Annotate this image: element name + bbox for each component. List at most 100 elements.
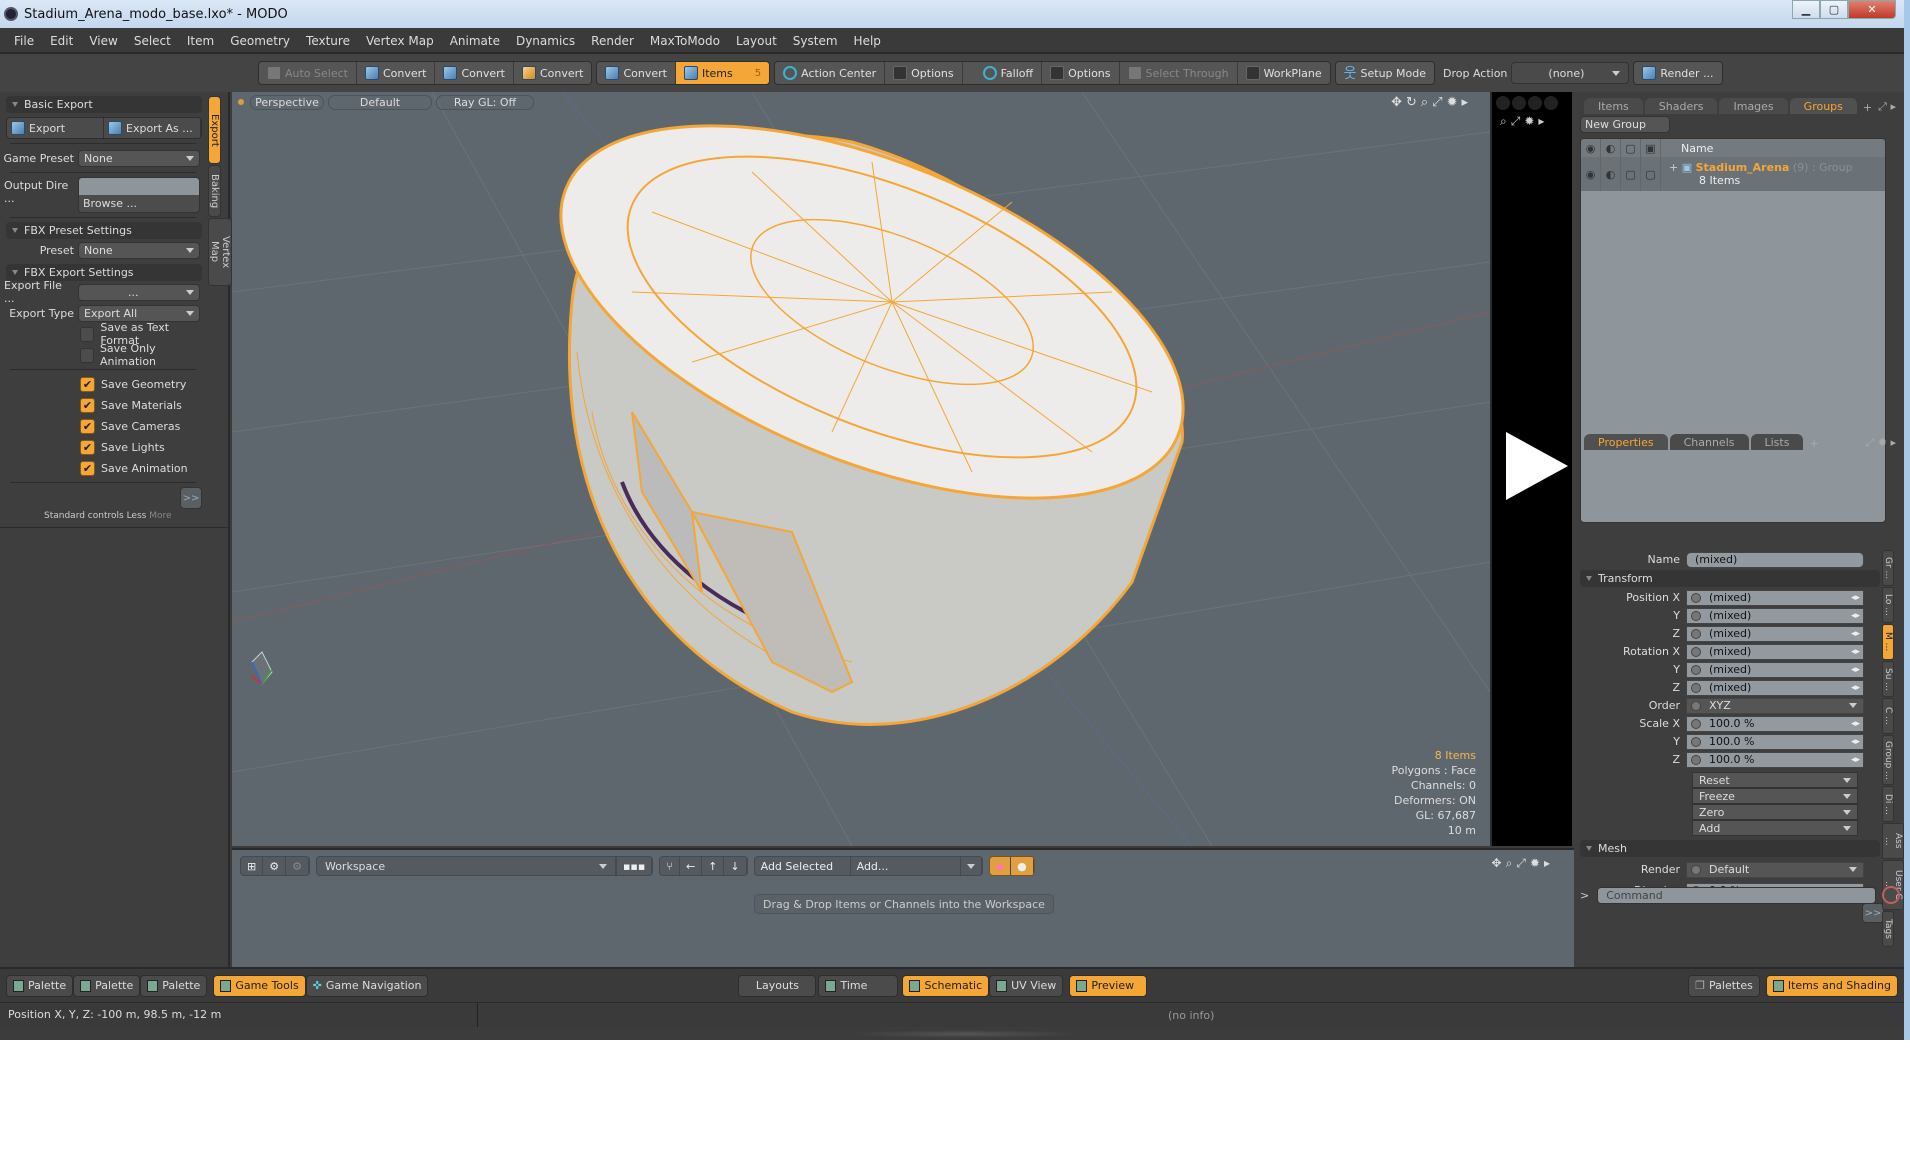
tab-baking[interactable]: Baking <box>208 165 221 217</box>
tab-properties[interactable]: Properties <box>1584 434 1668 450</box>
gear-icon[interactable]: ✹ <box>1530 856 1544 870</box>
keyframe-dot-icon[interactable] <box>1691 700 1701 711</box>
close-button[interactable]: ✕ <box>1848 0 1896 19</box>
pan-icon[interactable]: ✥ <box>1391 95 1406 110</box>
drag-arrows-icon[interactable]: ◂▸ <box>1851 647 1860 657</box>
fit-icon[interactable]: ⤢ <box>1432 95 1446 110</box>
keyframe-dot-icon[interactable] <box>1691 628 1701 639</box>
select-through-button[interactable]: Select Through <box>1120 62 1238 84</box>
menu-help[interactable]: Help <box>846 34 889 48</box>
grid-layout-icon[interactable]: ▪▪▪ <box>617 857 653 875</box>
render-select[interactable]: Default <box>1686 861 1864 878</box>
keyframe-dot-icon[interactable] <box>1691 592 1701 603</box>
add-gear-icon[interactable]: ⚙ <box>263 857 287 875</box>
lock-toggle[interactable]: ▢ <box>1621 157 1641 191</box>
order-select[interactable]: XYZ <box>1686 697 1864 714</box>
vtab-group-2[interactable]: Group ... <box>1882 735 1894 785</box>
new-group-button[interactable]: New Group <box>1580 116 1670 133</box>
arrow-up-icon[interactable]: ↑ <box>702 857 725 875</box>
menu-view[interactable]: View <box>81 34 125 48</box>
add-selected-button[interactable]: Add Selected <box>755 857 851 875</box>
workplane-button[interactable]: WorkPlane <box>1238 62 1330 84</box>
vtab-display[interactable]: Di ... <box>1882 786 1894 822</box>
circle-icon[interactable]: ● <box>1011 857 1034 875</box>
raygl-button[interactable]: Ray GL: Off <box>436 94 534 110</box>
add-dropdown[interactable]: Add <box>1692 820 1858 836</box>
drag-arrows-icon[interactable]: ◂▸ <box>1851 593 1860 603</box>
tab-vertex-map[interactable]: Vertex Map <box>208 218 232 286</box>
game-preset-select[interactable]: None <box>78 149 200 167</box>
drop-action-select[interactable]: (none) <box>1511 62 1630 84</box>
export-as-button[interactable]: Export As ... <box>104 118 201 138</box>
palette-button-3[interactable]: Palette <box>140 974 208 997</box>
scale-y-field[interactable]: 100.0 % ◂▸ <box>1686 733 1864 750</box>
menu-file[interactable]: File <box>6 34 42 48</box>
rotation-z-field[interactable]: (mixed) ◂▸ <box>1686 679 1864 696</box>
setup-mode-button[interactable]: 웃 Setup Mode <box>1336 62 1434 84</box>
vtab-c[interactable]: C ... <box>1882 698 1894 734</box>
drag-arrows-icon[interactable]: ◂▸ <box>1851 683 1860 693</box>
tab-shaders[interactable]: Shaders <box>1644 98 1718 114</box>
save-geometry-checkbox[interactable]: ✔ <box>80 376 95 392</box>
freeze-dropdown[interactable]: Freeze <box>1692 788 1858 804</box>
tab-groups[interactable]: Groups <box>1789 98 1857 114</box>
menu-geometry[interactable]: Geometry <box>222 34 298 48</box>
lock-cube-icon[interactable]: ▢ <box>1621 139 1641 157</box>
rotate-icon[interactable]: ↻ <box>1406 95 1421 110</box>
palettes-button[interactable]: ❐ Palettes <box>1688 974 1760 997</box>
expand-icon[interactable]: ⤢ ▸ <box>1878 100 1896 114</box>
save-cameras-checkbox[interactable]: ✔ <box>80 418 95 434</box>
palette-button-2[interactable]: Palette <box>73 974 141 997</box>
menu-animate[interactable]: Animate <box>442 34 508 48</box>
preview-button[interactable] <box>1544 96 1558 110</box>
menu-edit[interactable]: Edit <box>42 34 81 48</box>
vtab-group[interactable]: Gr ... <box>1882 550 1894 586</box>
tab-items[interactable]: Items <box>1584 98 1643 114</box>
menu-system[interactable]: System <box>785 34 846 48</box>
expand-icon[interactable]: ⤢ ✹ ▸ <box>1865 436 1896 450</box>
add-tab-icon[interactable]: + <box>1809 437 1818 450</box>
options-button-2[interactable]: Options <box>1042 62 1120 84</box>
diamond-icon[interactable]: ◆ <box>990 857 1012 875</box>
drag-arrows-icon[interactable]: ◂▸ <box>1851 611 1860 621</box>
vtab-tags[interactable]: Tags <box>1882 911 1894 947</box>
vtab-assembly[interactable]: Ass ... <box>1882 823 1904 859</box>
fbx-preset-section[interactable]: FBX Preset Settings <box>6 222 202 239</box>
render-button[interactable]: Render ... <box>1634 62 1721 84</box>
group-row[interactable]: ◉ ◐ ▢ ▢ + ▣ Stadium_Arena (9) : Group 8 … <box>1581 157 1885 191</box>
scale-z-field[interactable]: 100.0 % ◂▸ <box>1686 751 1864 768</box>
expand-more-button[interactable]: >> <box>1862 903 1884 923</box>
select-toggle[interactable]: ▢ <box>1641 157 1661 191</box>
game-navigation-button[interactable]: ✜ Game Navigation <box>305 974 429 997</box>
visibility-eye-icon[interactable]: ◉ <box>1581 139 1601 157</box>
more-link[interactable]: More <box>149 511 171 521</box>
menu-vertex-map[interactable]: Vertex Map <box>358 34 442 48</box>
preview-panel[interactable]: ⌕⤢✹▸ <box>1490 92 1572 846</box>
name-column-header[interactable]: Name <box>1661 142 1713 155</box>
workspace-select[interactable]: Workspace <box>315 856 616 876</box>
select-cube-icon[interactable]: ▣ <box>1641 139 1661 157</box>
menu-dynamics[interactable]: Dynamics <box>508 34 583 48</box>
save-materials-checkbox[interactable]: ✔ <box>80 397 95 413</box>
mesh-section[interactable]: Mesh <box>1580 840 1880 857</box>
expand-more-button[interactable]: >> <box>180 487 202 509</box>
tab-images[interactable]: Images <box>1719 98 1788 114</box>
add-tab-icon[interactable]: + <box>1863 101 1872 114</box>
fit-icon[interactable]: ⤢ <box>1516 856 1530 870</box>
play-arrow-icon[interactable]: ▸ <box>1538 114 1548 128</box>
drag-arrows-icon[interactable]: ◂▸ <box>1851 737 1860 747</box>
view-type-button[interactable]: Perspective <box>250 94 324 110</box>
position-z-field[interactable]: (mixed) ◂▸ <box>1686 625 1864 642</box>
keyframe-dot-icon[interactable] <box>1691 864 1701 875</box>
preset-select[interactable]: None <box>78 241 200 259</box>
record-icon[interactable] <box>1882 886 1900 904</box>
convert-button-2[interactable]: Convert <box>435 62 514 84</box>
add-node-icon[interactable]: ⊞ <box>241 857 264 875</box>
rotation-y-field[interactable]: (mixed) ◂▸ <box>1686 661 1864 678</box>
tab-channels[interactable]: Channels <box>1669 434 1749 450</box>
drag-arrows-icon[interactable]: ◂▸ <box>1851 755 1860 765</box>
game-tools-button[interactable]: Game Tools <box>213 974 306 997</box>
zoom-icon[interactable]: ⌕ <box>1506 856 1517 870</box>
layouts-button[interactable]: Layouts <box>738 974 817 997</box>
keyframe-dot-icon[interactable] <box>1691 718 1701 729</box>
